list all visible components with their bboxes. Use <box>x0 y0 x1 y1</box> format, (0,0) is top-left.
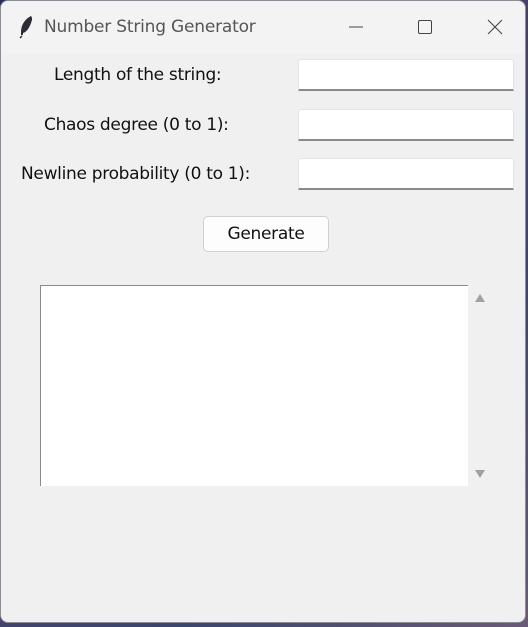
newline-probability-label: Newline probability (0 to 1): <box>21 164 251 184</box>
output-scrollbar[interactable] <box>468 285 492 486</box>
maximize-button[interactable] <box>390 1 460 53</box>
maximize-icon <box>418 20 432 34</box>
newline-probability-input[interactable] <box>298 158 514 190</box>
minimize-icon <box>349 26 363 28</box>
window-title: Number String Generator <box>44 17 256 37</box>
close-button[interactable] <box>460 1 525 53</box>
generate-button[interactable]: Generate <box>203 216 329 252</box>
scroll-up-arrow-icon[interactable] <box>474 293 486 303</box>
length-label: Length of the string: <box>54 65 222 85</box>
title-bar[interactable]: Number String Generator <box>1 1 525 53</box>
chaos-degree-label: Chaos degree (0 to 1): <box>44 115 229 135</box>
output-text-area[interactable] <box>40 285 468 486</box>
close-icon <box>487 19 503 35</box>
feather-icon <box>19 16 32 39</box>
app-window: Number String Generator Length of the st… <box>0 0 526 623</box>
scroll-down-arrow-icon[interactable] <box>474 469 486 479</box>
minimize-button[interactable] <box>321 1 391 53</box>
length-input[interactable] <box>298 59 514 91</box>
chaos-degree-input[interactable] <box>298 109 514 141</box>
